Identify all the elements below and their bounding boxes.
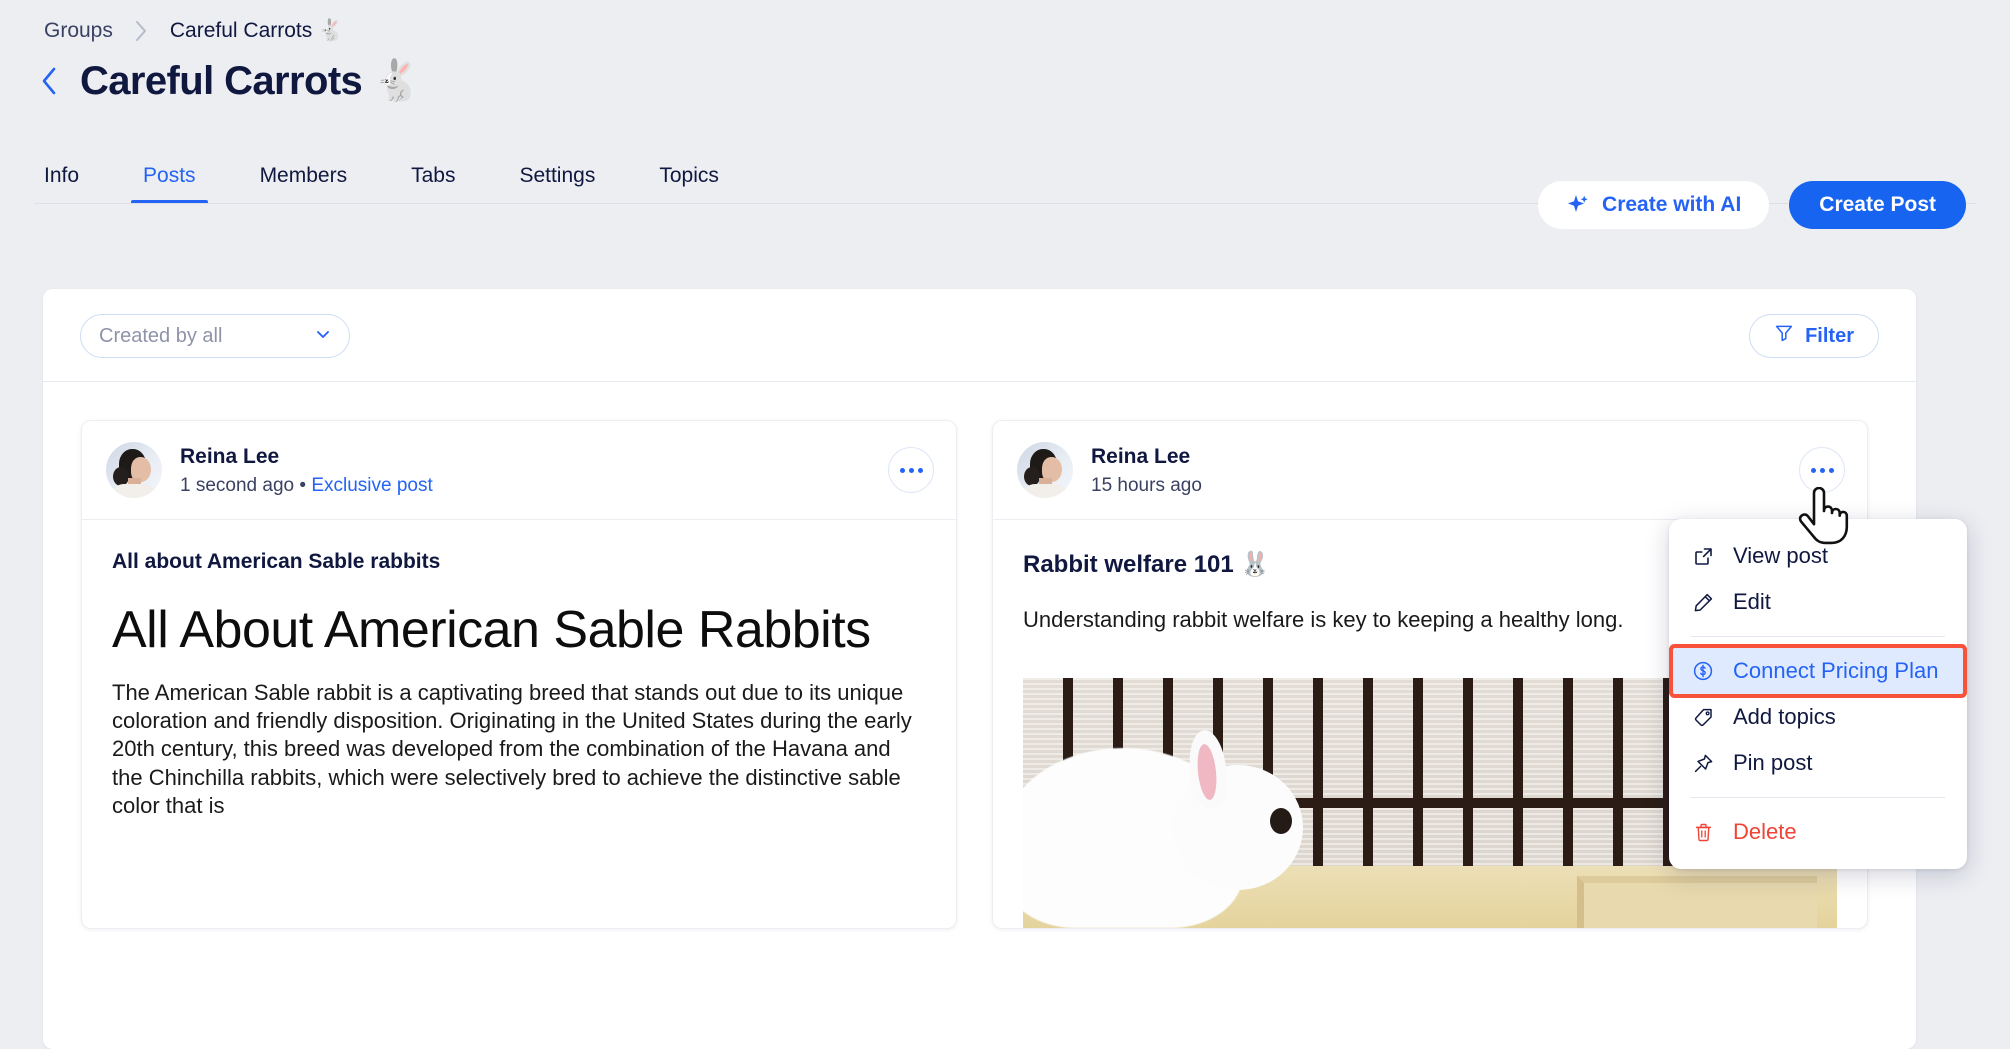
post-header: Reina Lee 15 hours ago xyxy=(993,421,1867,520)
tab-posts[interactable]: Posts xyxy=(131,164,207,204)
trash-icon xyxy=(1691,822,1715,843)
breadcrumb-groups[interactable]: Groups xyxy=(44,19,113,43)
external-link-icon xyxy=(1691,546,1715,567)
avatar xyxy=(106,442,162,498)
tab-members[interactable]: Members xyxy=(260,164,348,204)
filter-label: Filter xyxy=(1805,324,1854,347)
post-heading: All About American Sable Rabbits xyxy=(112,601,871,659)
tab-tabs[interactable]: Tabs xyxy=(411,164,455,204)
menu-item-connect-pricing-plan[interactable]: Connect Pricing Plan xyxy=(1673,648,1963,694)
post-header: Reina Lee 1 second ago • Exclusive post xyxy=(82,421,956,520)
post-kicker: All about American Sable rabbits xyxy=(112,550,441,573)
chevron-left-icon[interactable] xyxy=(34,59,64,103)
page-title-row: Careful Carrots 🐇 xyxy=(34,57,423,104)
menu-item-label: Pin post xyxy=(1733,750,1813,775)
created-by-value: Created by all xyxy=(99,324,223,347)
post-time: 1 second ago xyxy=(180,474,295,496)
menu-item-label: Add topics xyxy=(1733,704,1836,729)
sparkle-icon xyxy=(1566,193,1590,217)
pin-icon xyxy=(1691,753,1715,774)
post-options-button[interactable] xyxy=(1799,447,1845,493)
menu-item-edit[interactable]: Edit xyxy=(1669,579,1967,625)
created-by-select[interactable]: Created by all xyxy=(80,314,350,358)
post-body: All about American Sable rabbits All Abo… xyxy=(82,520,956,820)
menu-item-view-post[interactable]: View post xyxy=(1669,533,1967,579)
menu-divider xyxy=(1691,636,1945,637)
menu-item-add-topics[interactable]: Add topics xyxy=(1669,694,1967,740)
post-meta-line: 1 second ago • Exclusive post xyxy=(180,475,433,497)
post-card: Reina Lee 1 second ago • Exclusive post … xyxy=(81,420,957,930)
menu-item-label: Delete xyxy=(1733,819,1797,844)
posts-panel: Created by all Filter Reina Lee 1 second… xyxy=(43,289,1916,1049)
tab-info[interactable]: Info xyxy=(44,164,79,204)
menu-divider xyxy=(1691,797,1945,798)
breadcrumb-current[interactable]: Careful Carrots 🐇 xyxy=(170,19,344,43)
tag-icon xyxy=(1691,707,1715,728)
funnel-icon xyxy=(1774,323,1794,349)
dollar-circle-icon xyxy=(1691,660,1715,682)
page-title: Careful Carrots 🐇 xyxy=(80,59,423,103)
create-with-ai-label: Create with AI xyxy=(1602,193,1742,216)
post-author: Reina Lee xyxy=(1091,445,1191,469)
post-paragraph: The American Sable rabbit is a captivati… xyxy=(112,680,912,818)
chevron-right-icon xyxy=(135,20,148,42)
create-with-ai-button[interactable]: Create with AI xyxy=(1538,181,1770,229)
post-options-button[interactable] xyxy=(888,447,934,493)
posts-grid: Reina Lee 1 second ago • Exclusive post … xyxy=(43,382,1916,930)
chevron-down-icon xyxy=(313,324,333,349)
pencil-icon xyxy=(1691,592,1715,613)
post-time: 15 hours ago xyxy=(1091,474,1202,496)
post-context-menu: View post Edit Connect Pricing Plan Add … xyxy=(1669,519,1967,869)
header-actions: Create with AI Create Post xyxy=(1538,181,1966,229)
meta-separator: • xyxy=(299,474,307,496)
menu-item-delete[interactable]: Delete xyxy=(1669,809,1967,855)
exclusive-post-badge[interactable]: Exclusive post xyxy=(311,475,432,496)
filter-button[interactable]: Filter xyxy=(1749,314,1879,358)
avatar xyxy=(1017,442,1073,498)
tab-settings[interactable]: Settings xyxy=(519,164,595,204)
menu-item-label: View post xyxy=(1733,543,1828,568)
menu-item-label: Edit xyxy=(1733,589,1771,614)
tab-topics[interactable]: Topics xyxy=(659,164,719,204)
breadcrumb: Groups Careful Carrots 🐇 xyxy=(44,19,344,43)
filter-bar: Created by all Filter xyxy=(43,289,1916,382)
menu-item-label: Connect Pricing Plan xyxy=(1733,658,1939,683)
menu-item-pin-post[interactable]: Pin post xyxy=(1669,740,1967,786)
post-author: Reina Lee xyxy=(180,445,280,469)
create-post-button[interactable]: Create Post xyxy=(1789,181,1966,229)
